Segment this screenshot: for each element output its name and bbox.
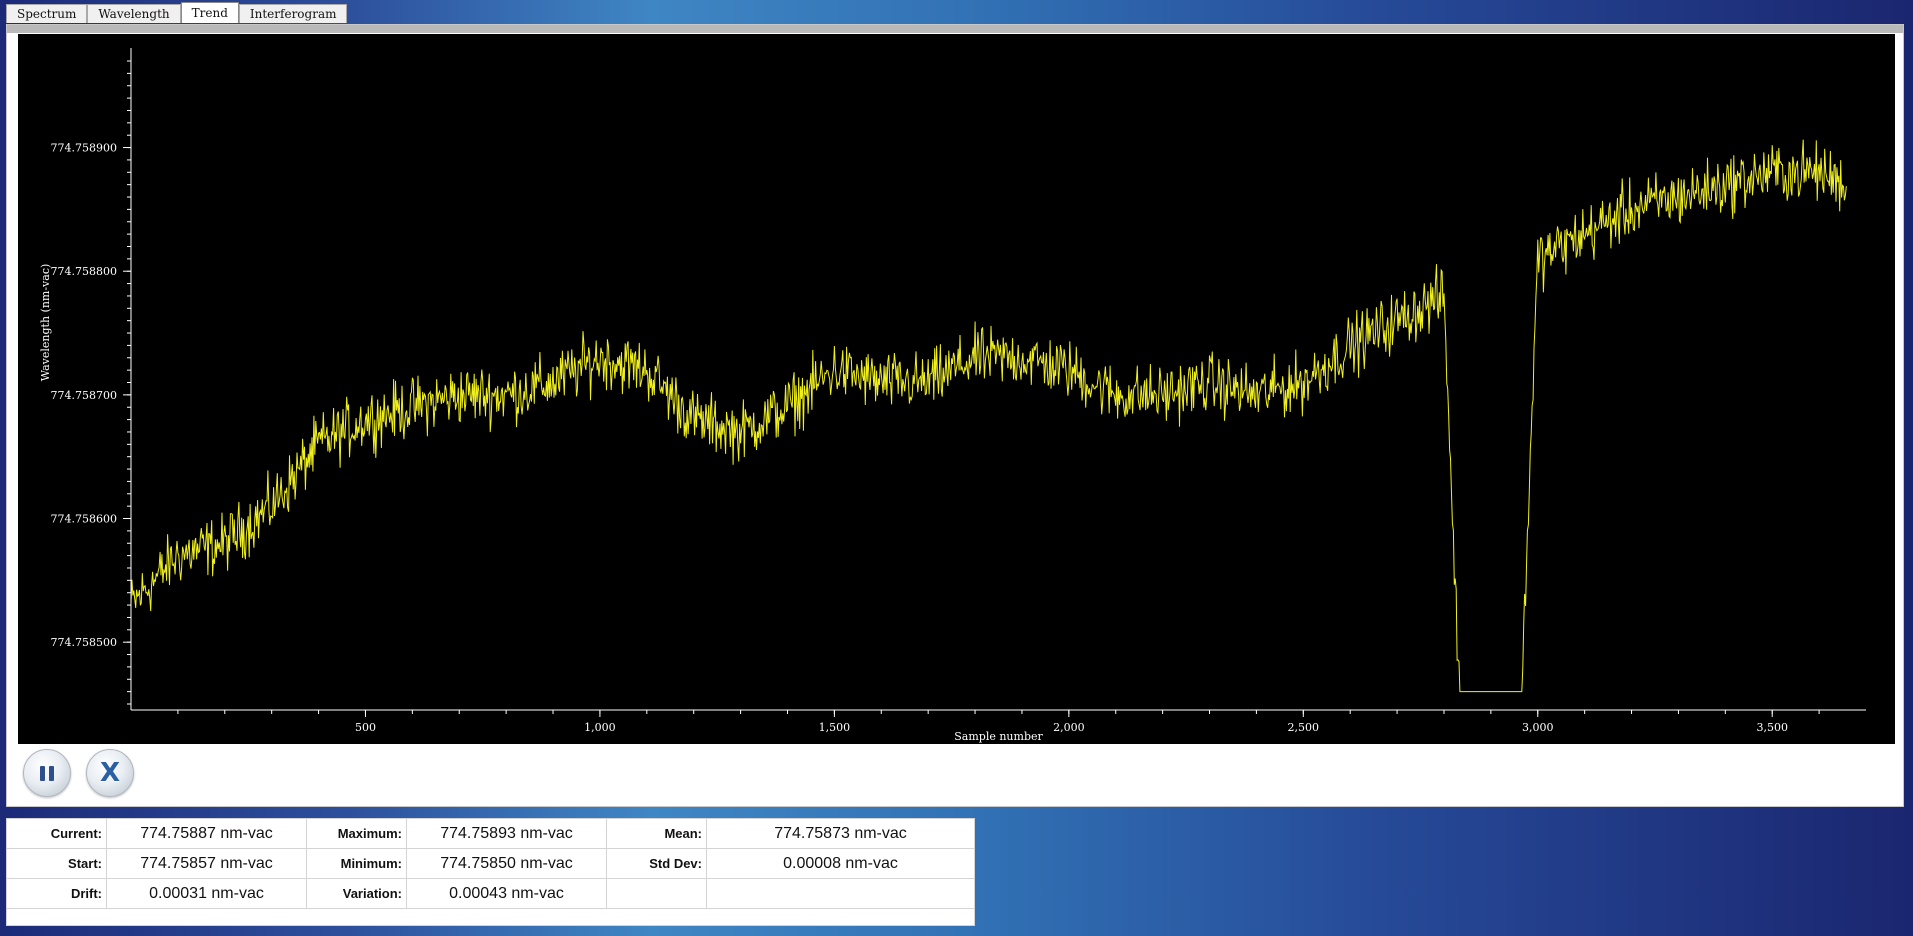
start-value: 774.75857 nm-vac: [106, 848, 307, 879]
x-icon: X: [99, 758, 121, 788]
maximum-value: 774.75893 nm-vac: [406, 818, 607, 849]
stats-row: Drift: 0.00031 nm-vac Variation: 0.00043…: [6, 878, 975, 909]
variation-label: Variation:: [306, 878, 407, 909]
tab-wavelength[interactable]: Wavelength: [87, 4, 181, 23]
pause-button[interactable]: [23, 749, 71, 797]
trend-line: [130, 139, 1847, 693]
y-tick-label: 774.758500: [51, 636, 117, 649]
empty-cell: [706, 878, 975, 909]
start-label: Start:: [6, 848, 107, 879]
minimum-value: 774.75850 nm-vac: [406, 848, 607, 879]
trend-chart: 774.758500 774.758600 774.758700 774.758800…: [18, 34, 1895, 744]
maximum-label: Maximum:: [306, 818, 407, 849]
tab-interferogram[interactable]: Interferogram: [238, 4, 348, 23]
stats-row: Start: 774.75857 nm-vac Minimum: 774.758…: [6, 848, 975, 879]
x-tick-label: 1,500: [819, 721, 851, 734]
y-tick-label: 774.758800: [51, 265, 117, 278]
empty-cell: [606, 878, 707, 909]
tab-spectrum[interactable]: Spectrum: [6, 4, 88, 23]
stats-row: Current: 774.75887 nm-vac Maximum: 774.7…: [6, 818, 975, 849]
current-label: Current:: [6, 818, 107, 849]
y-tick-label: 774.758900: [51, 142, 117, 155]
trend-chart-svg: 774.758500 774.758600 774.758700 774.758800…: [39, 48, 1866, 743]
drift-label: Drift:: [6, 878, 107, 909]
stop-button[interactable]: X: [86, 749, 134, 797]
mean-label: Mean:: [606, 818, 707, 849]
x-tick-label: 2,500: [1288, 721, 1320, 734]
panel-header-strip: [7, 25, 1903, 33]
y-axis-title: Wavelength (nm-vac): [39, 264, 52, 382]
minimum-label: Minimum:: [306, 848, 407, 879]
tab-trend[interactable]: Trend: [180, 2, 239, 23]
x-tick-label: 500: [355, 721, 376, 734]
x-tick-label: 3,500: [1756, 721, 1788, 734]
trend-panel: 774.758500 774.758600 774.758700 774.758800…: [6, 24, 1904, 807]
tab-bar: Spectrum Wavelength Trend Interferogram: [6, 2, 348, 24]
stats-row: [6, 908, 975, 926]
pause-icon: [40, 765, 54, 781]
y-tick-label: 774.758700: [51, 389, 117, 402]
x-tick-label: 2,000: [1053, 721, 1085, 734]
stddev-label: Std Dev:: [606, 848, 707, 879]
x-tick-label: 1,000: [584, 721, 616, 734]
statistics-table: Current: 774.75887 nm-vac Maximum: 774.7…: [6, 818, 975, 926]
drift-value: 0.00031 nm-vac: [106, 878, 307, 909]
x-axis-title: Sample number: [954, 730, 1043, 743]
stddev-value: 0.00008 nm-vac: [706, 848, 975, 879]
x-tick-label: 3,000: [1522, 721, 1554, 734]
current-value: 774.75887 nm-vac: [106, 818, 307, 849]
y-tick-label: 774.758600: [51, 513, 117, 526]
variation-value: 0.00043 nm-vac: [406, 878, 607, 909]
empty-row: [6, 908, 975, 926]
mean-value: 774.75873 nm-vac: [706, 818, 975, 849]
